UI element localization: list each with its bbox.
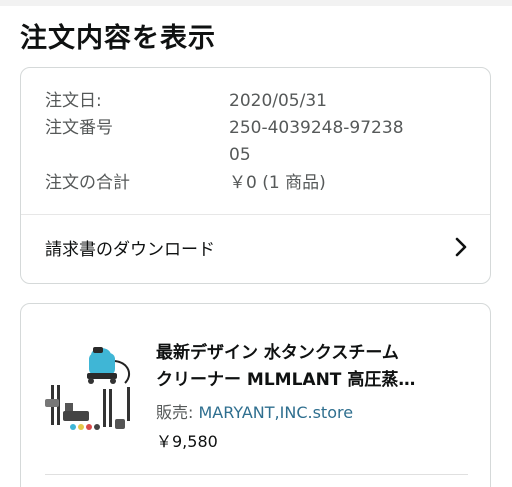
seller-name-link[interactable]: MARYANT,INC.store	[198, 403, 353, 422]
download-invoice-link[interactable]: 請求書のダウンロード	[21, 215, 490, 283]
order-summary-card: 注文日: 2020/05/31 注文番号 250-4039248-9723805…	[20, 67, 491, 284]
download-invoice-label: 請求書のダウンロード	[45, 240, 215, 260]
order-date-label: 注文日:	[45, 91, 102, 111]
order-item-card: 最新デザイン 水タンクスチーム クリーナー MLMLANT 高圧蒸… 販売: M…	[20, 303, 491, 487]
order-total-label: 注文の合計	[45, 173, 130, 193]
order-date-value: 2020/05/31	[229, 91, 327, 111]
top-status-strip	[0, 0, 512, 6]
page-title: 注文内容を表示	[20, 23, 216, 54]
order-number-value: 250-4039248-9723805	[229, 118, 404, 165]
steam-cleaner-product-image[interactable]	[43, 339, 139, 435]
item-divider	[45, 474, 468, 475]
product-title-line2: クリーナー MLMLANT 高圧蒸…	[156, 370, 416, 390]
chevron-right-icon	[455, 237, 467, 257]
order-total-value: ￥0 (1 商品)	[229, 173, 326, 193]
product-title-line1: 最新デザイン 水タンクスチーム	[156, 343, 399, 363]
seller-info: 販売: MARYANT,INC.store	[156, 399, 353, 423]
product-title-link[interactable]: 最新デザイン 水タンクスチーム クリーナー MLMLANT 高圧蒸…	[156, 340, 474, 394]
seller-label: 販売:	[156, 403, 199, 422]
order-details-page: 注文内容を表示 注文日: 2020/05/31 注文番号 250-4039248…	[0, 0, 512, 487]
order-number-label: 注文番号	[45, 118, 113, 138]
item-price: ￥9,580	[156, 432, 218, 451]
